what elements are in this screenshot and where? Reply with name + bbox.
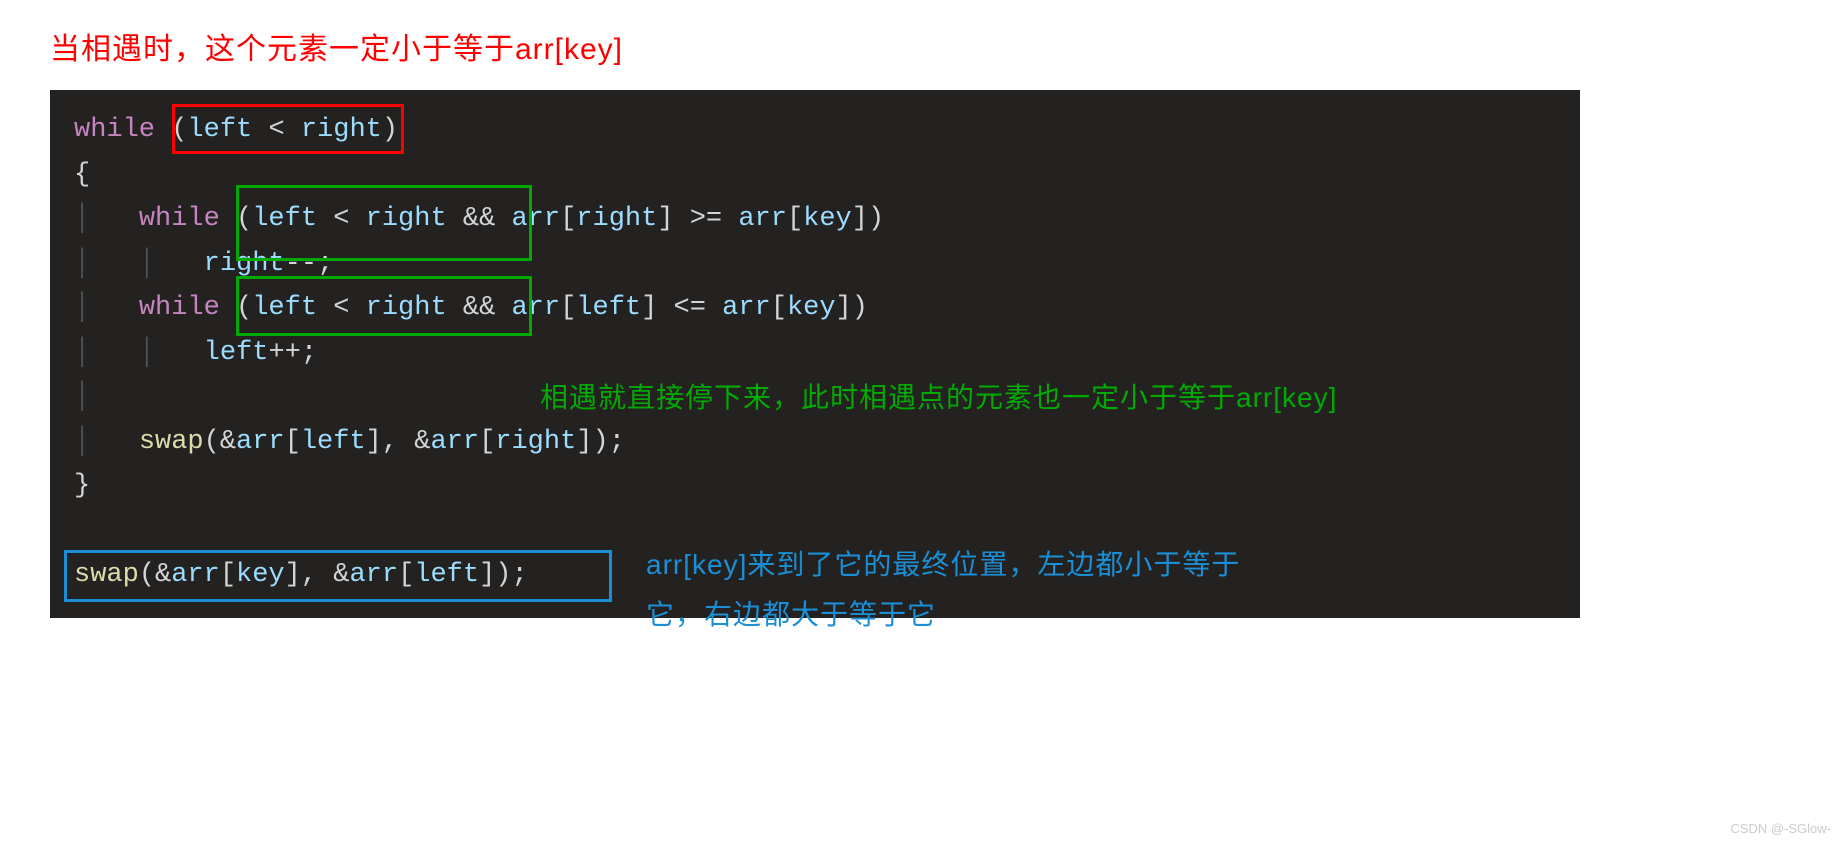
- blue-annotation-line2: 它，右边都大于等于它: [646, 590, 1346, 640]
- code-line-1: while (left < right): [74, 108, 1556, 153]
- code-line-2: {: [74, 153, 1556, 198]
- code-line-5: │ while (left < right && arr[left] <= ar…: [74, 286, 1556, 331]
- code-line-3: │ while (left < right && arr[right] >= a…: [74, 197, 1556, 242]
- code-annotation-figure: 当相遇时，这个元素一定小于等于arr[key] while (left < ri…: [50, 24, 1580, 618]
- watermark: CSDN @-SGlow-: [1730, 821, 1831, 836]
- code-line-8: }: [74, 464, 1556, 509]
- blue-annotation-text: arr[key]来到了它的最终位置，左边都小于等于 它，右边都大于等于它: [646, 540, 1346, 641]
- red-title-annotation: 当相遇时，这个元素一定小于等于arr[key]: [50, 24, 1580, 68]
- green-annotation-text: 相遇就直接停下来，此时相遇点的元素也一定小于等于arr[key]: [540, 375, 1337, 421]
- code-block: while (left < right) { │ while (left < r…: [50, 90, 1580, 618]
- code-line-7: │ swap(&arr[left], &arr[right]);: [74, 420, 1556, 465]
- code-line-6: │ │ left++;: [74, 331, 1556, 376]
- blue-annotation-line1: arr[key]来到了它的最终位置，左边都小于等于: [646, 540, 1346, 590]
- code-line-4: │ │ right--;: [74, 242, 1556, 287]
